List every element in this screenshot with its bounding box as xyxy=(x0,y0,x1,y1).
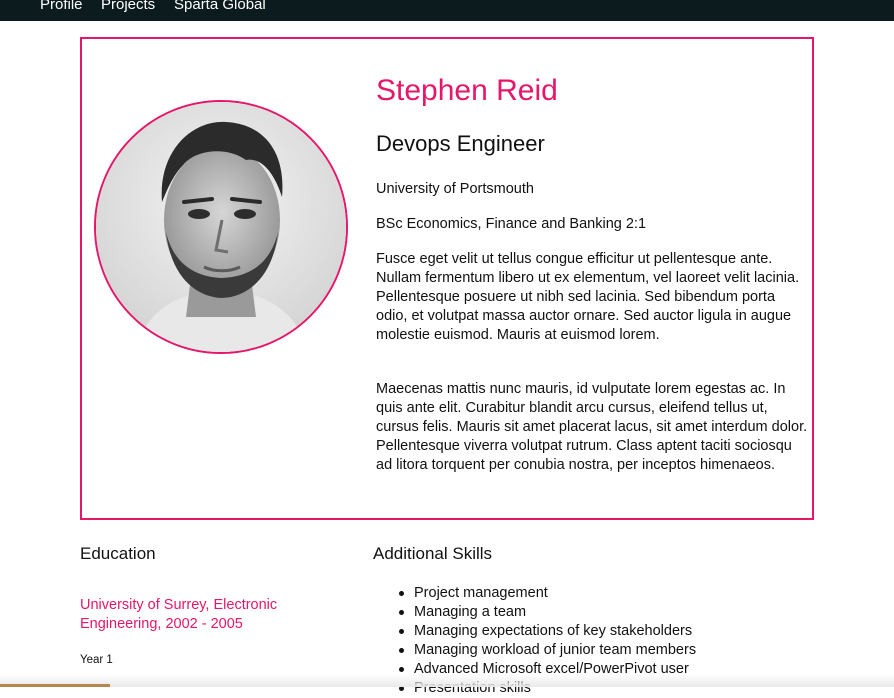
list-item: Managing workload of junior team members xyxy=(398,642,697,658)
profile-name: Stephen Reid xyxy=(376,74,558,107)
list-item: Project management xyxy=(398,584,696,603)
profile-role: Devops Engineer xyxy=(376,131,545,156)
education-heading: Education xyxy=(80,544,156,563)
top-navbar: Profile Projects Sparta Global xyxy=(0,0,894,21)
portrait-image xyxy=(96,102,346,352)
list-item: Managing a team xyxy=(398,603,696,622)
nav-link-profile[interactable]: Profile xyxy=(40,0,83,15)
education-item: University of Surrey, Electronic Enginee… xyxy=(80,597,278,632)
list-item: Managing expectations of key stakeholder… xyxy=(398,622,696,641)
education-year-label: Year 1 xyxy=(80,654,113,666)
nav-link-projects[interactable]: Projects xyxy=(101,0,155,15)
profile-bio-paragraph-1: Fusce eget velit ut tellus congue effici… xyxy=(376,251,800,343)
additional-skills-heading: Additional Skills xyxy=(373,544,493,563)
profile-bio-paragraph-2: Maecenas mattis nunc mauris, id vulputat… xyxy=(376,381,808,473)
nav-link-sparta-global[interactable]: Sparta Global xyxy=(174,0,266,15)
profile-university: University of Portsmouth xyxy=(376,181,534,197)
profile-card: Stephen Reid Devops Engineer University … xyxy=(80,37,814,520)
window-bottom-edge xyxy=(0,674,894,687)
profile-degree: BSc Economics, Finance and Banking 2:1 xyxy=(376,216,647,232)
profile-photo xyxy=(94,100,348,354)
